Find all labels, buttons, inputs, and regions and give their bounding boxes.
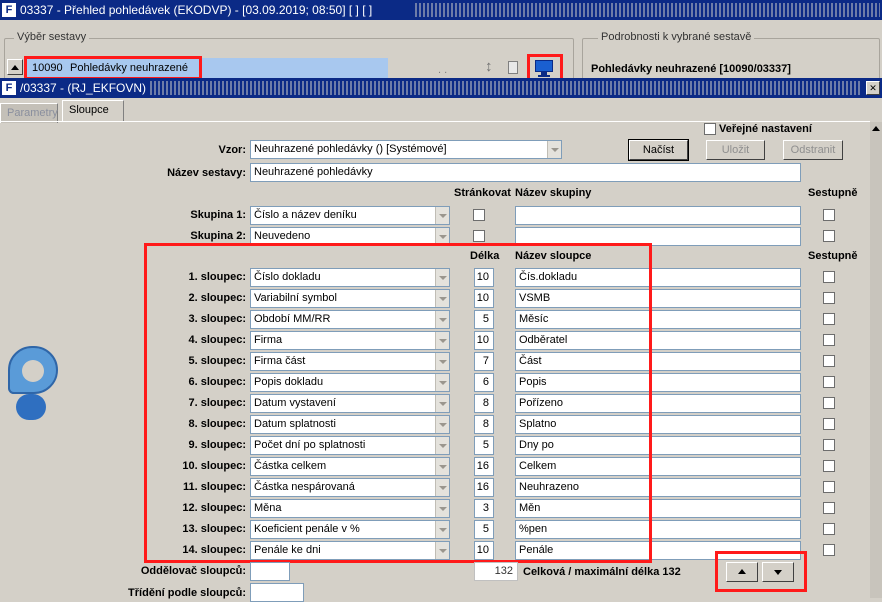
column-descending-checkbox[interactable] — [823, 523, 835, 535]
title-bar-pattern — [415, 3, 880, 17]
descending-header: Sestupně — [808, 187, 858, 199]
group-descending-checkbox[interactable] — [823, 230, 835, 242]
column-descending-checkbox[interactable] — [823, 481, 835, 493]
main-title-bar: F 03337 - Přehled pohledávek (EKODVP) - … — [0, 0, 882, 20]
column-descending-checkbox[interactable] — [823, 271, 835, 283]
vertical-scrollbar[interactable] — [870, 122, 882, 598]
app-icon: F — [2, 3, 16, 17]
vzor-combo[interactable]: Neuhrazené pohledávky () [Systémové] — [250, 140, 562, 159]
sub-window-title: /03337 - (RJ_EKFOVN) — [20, 81, 147, 95]
column-descending-checkbox[interactable] — [823, 544, 835, 556]
load-button[interactable]: Načíst — [628, 139, 689, 161]
separator-label: Oddělovač sloupců: — [140, 565, 246, 577]
sort-updown-icon[interactable]: ↕ — [485, 58, 493, 75]
report-name-input[interactable]: Neuhrazené pohledávky — [250, 163, 801, 182]
paging-checkbox[interactable] — [473, 209, 485, 221]
group-name-header: Název skupiny — [515, 187, 592, 199]
report-name-label: Název sestavy: — [167, 167, 246, 179]
group-label: Skupina 1: — [190, 209, 246, 221]
total-length-value: 132 — [474, 562, 518, 581]
public-settings-checkbox[interactable] — [704, 123, 716, 135]
remove-button[interactable]: Odstranit — [783, 140, 843, 160]
group-value: Neuvedeno — [254, 230, 311, 242]
group-name-input[interactable] — [515, 206, 801, 225]
details-title: Pohledávky neuhrazené [10090/03337] — [591, 63, 791, 75]
column-descending-checkbox[interactable] — [823, 418, 835, 430]
vzor-label: Vzor: — [218, 144, 247, 156]
column-descending-checkbox[interactable] — [823, 502, 835, 514]
tab-content-border — [0, 121, 870, 122]
separator-input[interactable] — [250, 562, 290, 581]
group-value: Číslo a název deníku — [254, 209, 357, 221]
scroll-up-icon — [872, 126, 880, 131]
tab-parametry[interactable]: Parametry — [0, 103, 58, 123]
sub-title-bar-pattern — [150, 81, 862, 95]
descending-header-2: Sestupně — [808, 250, 858, 262]
paging-checkbox[interactable] — [473, 230, 485, 242]
main-window-title: 03337 - Přehled pohledávek (EKODVP) - [0… — [20, 3, 373, 17]
chevron-down-icon[interactable] — [547, 141, 561, 158]
sub-window-title-bar: F /03337 - (RJ_EKFOVN) ✕ — [0, 78, 882, 98]
vzor-value: Neuhrazené pohledávky () [Systémové] — [254, 143, 447, 155]
tab-sloupce[interactable]: Sloupce — [62, 100, 124, 122]
column-descending-checkbox[interactable] — [823, 313, 835, 325]
column-descending-checkbox[interactable] — [823, 439, 835, 451]
details-label: Podrobnosti k vybrané sestavě — [598, 31, 755, 43]
group-combo[interactable]: Číslo a název deníku — [250, 206, 450, 225]
group-label: Skupina 2: — [190, 230, 246, 242]
list-scroll-up-button[interactable] — [7, 59, 23, 75]
column-descending-checkbox[interactable] — [823, 292, 835, 304]
ellipsis-icon[interactable]: . . — [438, 64, 447, 76]
column-descending-checkbox[interactable] — [823, 355, 835, 367]
highlight-report-item — [24, 56, 202, 80]
report-select-label: Výběr sestavy — [14, 31, 90, 43]
group-descending-checkbox[interactable] — [823, 209, 835, 221]
sort-label: Třídění podle sloupců: — [128, 587, 246, 599]
arrow-up-icon — [11, 65, 19, 70]
paging-header: Stránkovat — [454, 187, 511, 199]
column-descending-checkbox[interactable] — [823, 334, 835, 346]
column-descending-checkbox[interactable] — [823, 397, 835, 409]
save-button[interactable]: Uložit — [706, 140, 765, 160]
total-length-label: Celková / maximální délka 132 — [523, 566, 681, 578]
chevron-down-icon[interactable] — [435, 207, 449, 224]
column-descending-checkbox[interactable] — [823, 376, 835, 388]
highlight-move-buttons — [715, 551, 807, 592]
sub-app-icon: F — [2, 81, 16, 95]
public-settings-label: Veřejné nastavení — [719, 123, 812, 135]
sort-input[interactable] — [250, 583, 304, 602]
help-question-icon — [2, 346, 62, 421]
close-icon[interactable]: ✕ — [866, 81, 880, 95]
pdf-icon[interactable] — [508, 61, 518, 74]
highlight-columns-section — [144, 243, 652, 563]
column-descending-checkbox[interactable] — [823, 460, 835, 472]
